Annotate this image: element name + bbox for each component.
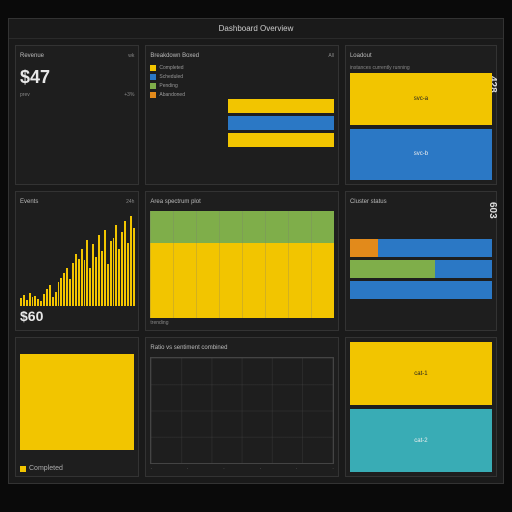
app-frame: Dashboard Overview Revenue wk $47 prev +…: [8, 18, 504, 484]
panel-cluster[interactable]: 603 Cluster status: [345, 191, 497, 331]
panel-events-title: Events: [20, 199, 38, 205]
dashboard-grid: Revenue wk $47 prev +3% Breakdown Boxed …: [9, 39, 503, 483]
square-icon: [20, 466, 26, 472]
panel-ratio[interactable]: Ratio vs sentiment combined ······: [145, 337, 339, 477]
panel-revenue-meta: wk: [128, 53, 134, 59]
panel-cluster-title: Cluster status: [350, 199, 387, 205]
tiles: cat-1 cat-2: [350, 342, 492, 472]
loadout-boxes: svc-a svc-b: [350, 73, 492, 180]
panel-ratio-title: Ratio vs sentiment combined: [150, 345, 227, 351]
area-chart: [150, 211, 334, 318]
revenue-sub-right: +3%: [124, 92, 134, 98]
events-bars: [20, 211, 134, 306]
panel-area[interactable]: Area spectrum plot trending: [145, 191, 339, 331]
breakdown-legend: Completed Scheduled Pending Abandoned: [150, 65, 223, 180]
panel-revenue[interactable]: Revenue wk $47 prev +3%: [15, 45, 139, 185]
revenue-sub-left: prev: [20, 92, 30, 98]
panel-events-meta: 24h: [126, 199, 134, 205]
ratio-xticks: ······: [150, 466, 334, 472]
band-legend: Completed: [29, 465, 63, 472]
corner-mid: 603: [487, 202, 498, 219]
panel-breakdown-title: Breakdown Boxed: [150, 53, 199, 59]
panel-loadout[interactable]: 428 Loadout instances currently running …: [345, 45, 497, 185]
panel-area-title: Area spectrum plot: [150, 199, 200, 205]
app-title: Dashboard Overview: [219, 24, 294, 33]
panel-events[interactable]: Events 24h $60: [15, 191, 139, 331]
band-chart: [20, 342, 134, 462]
panel-breakdown-meta: All: [328, 53, 334, 59]
breakdown-bars: [228, 65, 334, 180]
cluster-bars: [350, 211, 492, 326]
panel-tiles[interactable]: cat-1 cat-2: [345, 337, 497, 477]
app-titlebar: Dashboard Overview: [9, 19, 503, 39]
panel-band[interactable]: Completed: [15, 337, 139, 477]
revenue-value: $47: [20, 67, 134, 88]
panel-loadout-sub: instances currently running: [350, 65, 492, 71]
panel-revenue-title: Revenue: [20, 53, 44, 59]
panel-loadout-title: Loadout: [350, 53, 372, 59]
events-value: $60: [20, 308, 134, 324]
ratio-grid: [150, 357, 334, 464]
panel-area-legend: trending: [150, 320, 168, 326]
panel-breakdown[interactable]: Breakdown Boxed All Completed Scheduled …: [145, 45, 339, 185]
